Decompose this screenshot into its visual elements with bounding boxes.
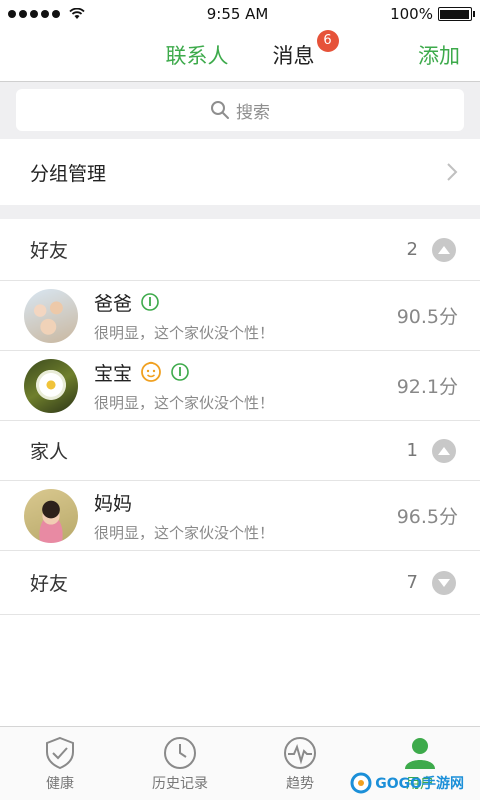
contact-name: 妈妈	[94, 492, 133, 515]
expand-toggle-icon[interactable]	[432, 570, 456, 595]
group-count: 2	[406, 239, 418, 260]
search-area: 搜索	[0, 82, 480, 139]
avatar	[24, 358, 78, 413]
contact-row[interactable]: 妈妈 很明显，这个家伙没个性！ 96.5分	[0, 481, 480, 551]
contact-status: 很明显，这个家伙没个性！	[94, 523, 275, 542]
status-bar: 9:55 AM 100%	[0, 0, 480, 28]
collapse-toggle-icon[interactable]	[432, 438, 456, 463]
contact-name: 爸爸	[94, 292, 133, 315]
search-placeholder: 搜索	[236, 102, 270, 123]
search-icon	[211, 101, 229, 119]
contact-row[interactable]: 宝宝 很明显，这个家伙没个性！ 92.1分	[0, 351, 480, 421]
group-name: 家人	[30, 441, 69, 463]
watermark-text: GOGO手游网	[375, 776, 464, 792]
watermark: GOGO手游网	[350, 772, 464, 794]
chevron-right-icon	[447, 163, 458, 181]
group-name: 好友	[30, 573, 69, 595]
top-nav: 联系人 消息 6 添加	[0, 28, 480, 82]
group-name: 好友	[30, 240, 69, 262]
contact-row[interactable]: 爸爸 很明显，这个家伙没个性！ 90.5分	[0, 281, 480, 351]
group-header-family[interactable]: 家人 1	[0, 421, 480, 481]
user-icon	[405, 737, 435, 769]
tab-messages[interactable]: 消息 6	[251, 29, 339, 70]
search-input[interactable]: 搜索	[16, 89, 464, 131]
gauge-icon	[171, 363, 189, 381]
section-divider	[0, 205, 480, 219]
contact-name: 宝宝	[94, 362, 133, 385]
add-button[interactable]: 添加	[418, 40, 460, 70]
avatar	[24, 288, 78, 343]
tab-health[interactable]: 健康	[0, 727, 120, 800]
group-manage-label: 分组管理	[30, 162, 107, 185]
battery-percent: 100%	[390, 5, 433, 23]
shield-check-icon	[46, 736, 74, 769]
unread-badge: 6	[316, 29, 339, 52]
group-manage-row[interactable]: 分组管理	[0, 139, 480, 205]
tab-trend[interactable]: 趋势	[240, 727, 360, 800]
gauge-icon	[141, 293, 159, 311]
group-header-friends-collapsed[interactable]: 好友 7	[0, 551, 480, 615]
battery-icon	[437, 7, 475, 21]
clock-icon	[164, 736, 196, 769]
tab-label: 历史记录	[152, 775, 208, 792]
baby-face-icon	[141, 361, 161, 382]
clock-time: 9:55 AM	[206, 5, 269, 23]
tab-label: 健康	[46, 775, 74, 792]
watermark-logo-icon	[350, 772, 372, 794]
contact-status: 很明显，这个家伙没个性！	[94, 393, 275, 412]
pulse-icon	[284, 736, 316, 769]
contact-score: 92.1分	[396, 376, 458, 398]
contact-status: 很明显，这个家伙没个性！	[94, 323, 275, 342]
collapse-toggle-icon[interactable]	[432, 237, 456, 262]
group-count: 7	[406, 572, 418, 593]
tab-messages-label: 消息	[272, 43, 315, 68]
tab-label: 趋势	[286, 775, 314, 792]
group-header-friends[interactable]: 好友 2	[0, 219, 480, 281]
group-count: 1	[406, 440, 418, 461]
avatar	[24, 488, 78, 543]
contact-score: 96.5分	[396, 506, 458, 528]
tab-history[interactable]: 历史记录	[120, 727, 240, 800]
tab-contacts[interactable]: 联系人	[144, 40, 251, 70]
wifi-icon	[69, 8, 85, 19]
contact-score: 90.5分	[396, 306, 458, 328]
signal-strength-icon	[8, 8, 85, 20]
